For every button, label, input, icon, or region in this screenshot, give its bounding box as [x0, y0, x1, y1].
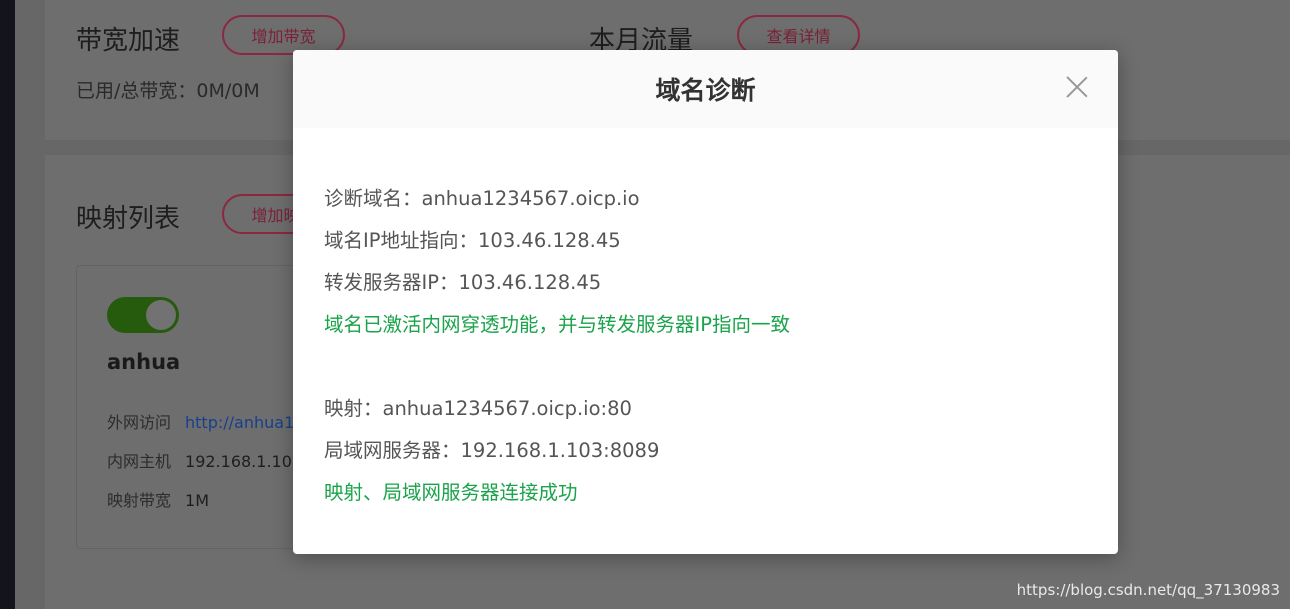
- mapping-list-title: 映射列表: [76, 198, 180, 235]
- diag-server-ip: 转发服务器IP：103.46.128.45: [324, 266, 601, 295]
- diag-lan-server: 局域网服务器：192.168.1.103:8089: [324, 434, 659, 463]
- mapping-name: anhua: [107, 350, 180, 374]
- dialog-title: 域名诊断: [293, 50, 1118, 128]
- mapping-row-bandwidth: 映射带宽1M: [107, 487, 209, 511]
- add-bandwidth-button[interactable]: 增加带宽: [222, 15, 345, 55]
- watermark: https://blog.csdn.net/qq_37130983: [1017, 581, 1280, 599]
- domain-diagnosis-dialog: 域名诊断 诊断域名：anhua1234567.oicp.io 域名IP地址指向：…: [293, 50, 1118, 554]
- diag-mapping: 映射：anhua1234567.oicp.io:80: [324, 392, 632, 421]
- bandwidth-usage: 已用/总带宽：0M/0M: [76, 76, 260, 103]
- bandwidth-title: 带宽加速: [76, 20, 180, 57]
- diag-connection-status: 映射、局域网服务器连接成功: [324, 476, 578, 505]
- sidebar: [0, 0, 15, 609]
- view-details-button[interactable]: 查看详情: [737, 15, 860, 55]
- diag-domain: 诊断域名：anhua1234567.oicp.io: [324, 182, 640, 211]
- diag-domain-ip: 域名IP地址指向：103.46.128.45: [324, 224, 621, 253]
- diag-domain-status: 域名已激活内网穿透功能，并与转发服务器IP指向一致: [324, 308, 790, 337]
- close-icon[interactable]: [1066, 76, 1088, 98]
- mapping-enable-toggle[interactable]: [107, 297, 179, 333]
